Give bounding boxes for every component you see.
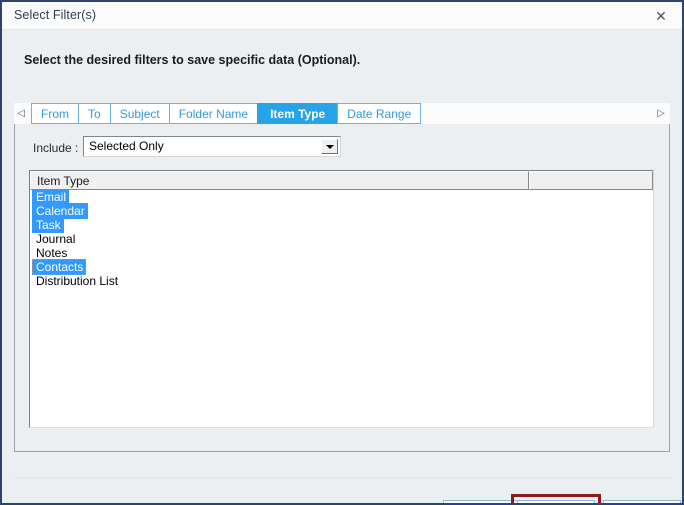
tab-strip: ◁ ▷ From To Subject Folder Name Item Typ… (14, 103, 670, 125)
next-button[interactable]: Next > (517, 500, 595, 503)
title-bar: Select Filter(s) ✕ (2, 2, 682, 30)
cancel-button[interactable]: Cancel (603, 500, 681, 503)
select-filters-dialog: Select Filter(s) ✕ Select the desired fi… (0, 0, 684, 505)
list-rows: Email Calendar Task Journal Notes Contac… (30, 189, 653, 288)
chevron-left-icon: ◁ (17, 108, 25, 119)
list-item-label: Distribution List (36, 274, 119, 288)
tab-date-range[interactable]: Date Range (337, 103, 422, 124)
chevron-right-icon: ▷ (657, 108, 665, 119)
page-heading: Select the desired filters to save speci… (24, 53, 361, 67)
tab-to[interactable]: To (78, 103, 110, 124)
tab-scroll-left-button[interactable]: ◁ (14, 106, 28, 122)
item-type-list[interactable]: Item Type Email Calendar Task Journal No… (29, 170, 654, 428)
column-header-blank[interactable] (529, 171, 653, 190)
back-button[interactable]: < Back (443, 500, 521, 503)
close-icon: ✕ (655, 7, 667, 24)
list-item[interactable]: Journal (30, 232, 653, 246)
tab-folder-name[interactable]: Folder Name (168, 103, 258, 124)
include-label: Include : (33, 141, 79, 155)
filter-panel: Include : Selected Only Item Type Email (14, 124, 670, 452)
close-button[interactable]: ✕ (640, 2, 682, 29)
list-item[interactable]: Calendar (30, 203, 653, 219)
tab-item-type[interactable]: Item Type (257, 103, 338, 124)
include-dropdown-button[interactable] (321, 139, 338, 154)
tab-scroll-right-button[interactable]: ▷ (654, 106, 668, 122)
chevron-down-icon (325, 144, 334, 149)
list-item[interactable]: Contacts (30, 259, 653, 275)
tab-list: From To Subject Folder Name Item Type Da… (31, 103, 422, 125)
list-header: Item Type (30, 171, 653, 190)
list-item[interactable]: Distribution List (30, 274, 653, 288)
list-item[interactable]: Email (30, 189, 653, 205)
tab-subject[interactable]: Subject (109, 103, 169, 124)
column-header-item-type[interactable]: Item Type (30, 171, 529, 190)
list-item[interactable]: Notes (30, 246, 653, 260)
window-title: Select Filter(s) (14, 8, 97, 22)
list-item[interactable]: Task (30, 217, 653, 233)
include-dropdown-value: Selected Only (89, 139, 164, 153)
tab-from[interactable]: From (31, 103, 78, 124)
include-dropdown[interactable]: Selected Only (83, 136, 341, 157)
dialog-body: Select the desired filters to save speci… (2, 30, 682, 503)
footer-divider (14, 477, 670, 478)
